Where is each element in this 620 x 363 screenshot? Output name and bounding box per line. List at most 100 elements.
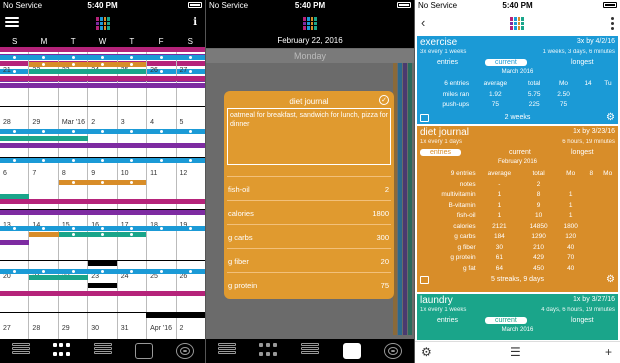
reorder-icon[interactable]: ☰ [510,345,521,359]
goal-bar[interactable] [0,225,205,231]
field-value[interactable]: 1800 [372,209,389,218]
field-label: calories [228,209,254,218]
goal-card-diet-journal[interactable]: diet journal 1x every 1 days 1x by 3/23/… [417,126,618,292]
column-header: 14 [584,79,592,87]
day-view-icon[interactable] [134,343,153,359]
field-row[interactable]: calories 1800 [227,200,391,224]
field-value[interactable]: 75 [381,281,389,290]
goal-bar[interactable] [29,69,147,74]
weekday-label: F [158,37,164,46]
entry-dot [188,56,192,59]
field-row[interactable]: g carbs 300 [227,224,391,248]
table-cell: 5.75 [527,90,541,98]
column-header: average [483,79,508,87]
goal-time-left: 1 weeks, 3 days, 6 minutes [542,49,615,55]
card-tabs: entries current longest [417,58,618,69]
goal-bar[interactable] [0,199,205,204]
goals-view-icon[interactable] [175,343,194,359]
table-cell [556,179,585,190]
goal-bar[interactable] [0,135,88,141]
table-cell: 1290 [531,233,546,241]
table-cell [598,100,618,111]
goals-view-icon[interactable] [384,343,403,359]
field-label: g protein [228,281,258,290]
tab-longest[interactable]: longest [571,59,594,66]
goal-bar[interactable] [146,312,205,318]
goal-card-laundry[interactable]: laundry 1x every 1 weeks 1x by 3/27/16 4… [417,294,618,340]
day-cell[interactable]: 18 [147,209,177,260]
goal-bar[interactable] [87,283,118,288]
tab-entries[interactable]: entries [437,59,458,66]
table-cell: 120 [565,233,577,241]
table-cell: 64 [495,264,503,272]
day-view-icon[interactable] [342,343,361,359]
add-icon[interactable]: + [605,345,612,359]
table-cell [597,221,618,232]
info-button[interactable]: i [193,17,197,28]
goal-bar[interactable] [0,269,205,274]
field-row[interactable]: fish-oil 2 [227,176,391,200]
goal-bar[interactable] [29,275,88,280]
field-value[interactable]: 20 [381,257,389,266]
tab-longest[interactable]: longest [571,317,594,324]
weekday-label: T [129,37,135,46]
goal-bar[interactable] [0,142,205,148]
streak-summary: 2 weeks [504,114,531,121]
weekday-label: S [11,37,18,46]
tab-longest[interactable]: longest [571,149,594,156]
goal-bar[interactable] [0,83,30,88]
tab-current[interactable]: current [485,59,527,66]
tab-entries[interactable]: entries [420,149,462,156]
goal-bar[interactable] [29,62,147,67]
day-cell[interactable]: 13 [0,209,30,260]
table-cell [598,89,618,100]
menu-icon[interactable] [5,17,19,30]
goal-bar[interactable] [0,76,205,81]
gear-icon[interactable]: ⚙ [606,112,615,124]
check-icon[interactable]: ✓ [379,95,389,105]
goal-bar[interactable] [0,291,205,296]
calendar-view-icon[interactable] [52,343,71,359]
goal-bar[interactable] [29,83,205,88]
goal-bar[interactable] [0,239,30,245]
entry-dot [13,270,17,273]
goal-bar[interactable] [0,128,205,134]
goal-bar[interactable] [0,209,205,215]
calendar-view-icon[interactable] [259,343,277,359]
goal-frequency: 1x every 1 weeks [420,307,467,313]
field-row[interactable]: g fiber 20 [227,248,391,272]
card-footer: 5 streaks, 9 days ⚙ [417,274,618,286]
field-value[interactable]: 2 [385,185,389,194]
goal-bar[interactable] [87,261,118,266]
day-cell[interactable]: 19 [177,210,205,261]
list-view-icon[interactable] [217,343,236,359]
entry-dot [159,270,163,273]
goal-bar[interactable] [58,231,147,237]
goal-bar[interactable] [0,158,205,163]
table-cell [585,263,597,274]
tab-current[interactable]: current [509,149,531,156]
tab-entries[interactable]: entries [437,317,458,324]
goal-bar[interactable] [0,47,205,52]
more-icon[interactable] [611,17,614,32]
goal-bar[interactable] [0,55,205,60]
stack-view-icon[interactable] [93,343,112,359]
goal-card-exercise[interactable]: exercise 3x every 1 weeks 3x by 4/2/16 1… [417,36,618,124]
gear-icon[interactable]: ⚙ [606,274,615,286]
battery-icon [397,2,411,8]
field-row[interactable]: g protein 75 [227,272,391,296]
month-grid[interactable]: 212223242526272829Mar '16234567891011121… [0,47,205,363]
list-icon[interactable] [420,275,429,284]
month-label: March 2016 [501,327,534,333]
stack-view-icon[interactable] [300,343,319,359]
notes-field[interactable]: oatmeal for breakfast, sandwich for lunc… [227,108,391,165]
field-value[interactable]: 300 [376,233,389,242]
goal-bar[interactable] [29,231,59,237]
entry-dot [130,226,134,230]
back-button[interactable]: ‹ [421,15,425,30]
tab-current[interactable]: current [485,317,527,324]
goal-bar[interactable] [58,180,147,185]
list-icon[interactable] [420,114,429,122]
settings-icon[interactable]: ⚙ [421,345,432,359]
list-view-icon[interactable] [11,343,30,359]
